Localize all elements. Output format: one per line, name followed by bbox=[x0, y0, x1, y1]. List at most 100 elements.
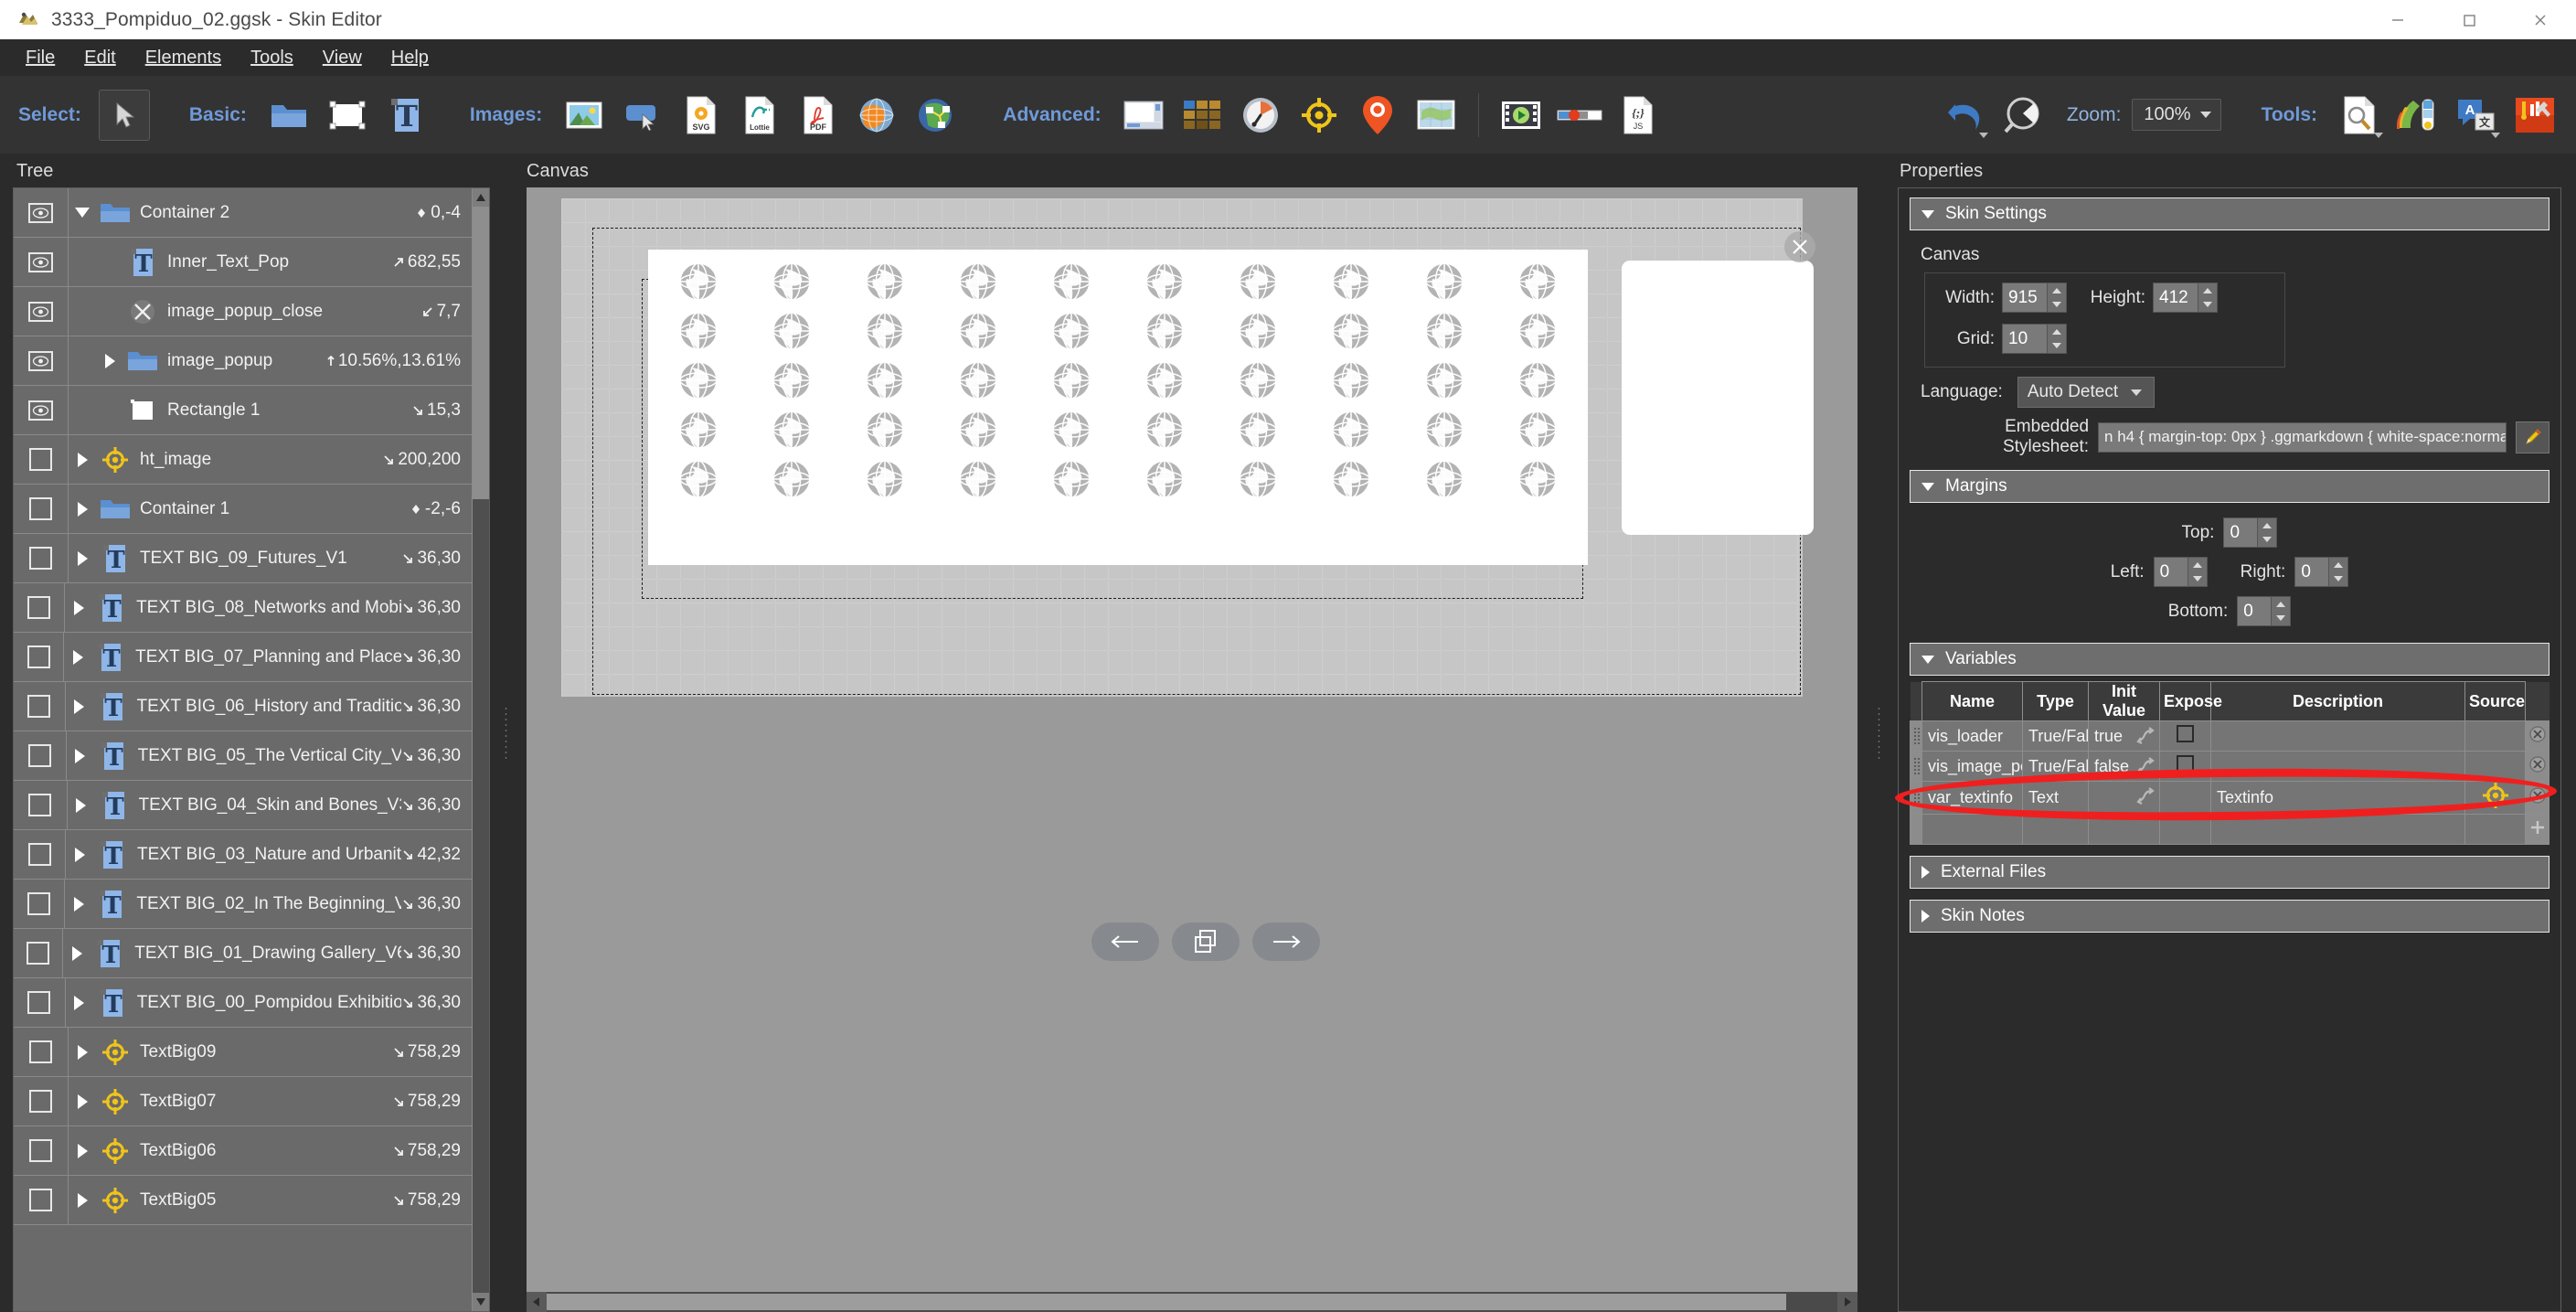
language-select[interactable]: Auto Detect bbox=[2017, 377, 2155, 408]
translate-dropdown-caret[interactable] bbox=[2491, 132, 2500, 138]
margin-left-spin-buttons[interactable] bbox=[2187, 558, 2207, 586]
undo-dropdown-caret[interactable] bbox=[1978, 132, 1988, 138]
variable-row[interactable]: vis_image_popupTrue/False false bbox=[1910, 751, 2549, 782]
variable-type-cell[interactable]: True/False bbox=[2022, 720, 2089, 752]
scroll-up-button[interactable] bbox=[473, 188, 489, 207]
stylesheet-input[interactable]: n h4 { margin-top: 0px } .ggmarkdown { w… bbox=[2098, 421, 2507, 453]
hscroll-track[interactable] bbox=[547, 1292, 1837, 1312]
row-drag-handle[interactable] bbox=[1910, 781, 1922, 815]
chevron-right-icon[interactable] bbox=[65, 896, 92, 912]
variable-init-value-cell[interactable] bbox=[2088, 814, 2160, 845]
margin-right-increment[interactable] bbox=[2329, 558, 2347, 572]
lottie-file-icon[interactable]: Lottie bbox=[735, 91, 784, 140]
col-name[interactable]: Name bbox=[1921, 681, 2023, 721]
map-hotspot-icon[interactable] bbox=[910, 91, 960, 140]
col-description[interactable]: Description bbox=[2210, 681, 2465, 721]
minimize-button[interactable] bbox=[2362, 0, 2433, 39]
js-file-icon[interactable]: {;} JS bbox=[1613, 91, 1663, 140]
tree-row[interactable]: Rectangle 1 15,3 bbox=[14, 386, 472, 435]
tree-row[interactable]: T TEXT BIG_07_Planning and Places... 36,30 bbox=[14, 633, 472, 682]
tree-row[interactable]: Container 2 0,-4 bbox=[14, 188, 472, 238]
tree-row[interactable]: Container 1 -2,-6 bbox=[14, 485, 472, 534]
pdf-file-icon[interactable]: PDF bbox=[793, 91, 843, 140]
color-palette-icon[interactable] bbox=[2393, 91, 2443, 140]
visibility-toggle-hidden[interactable] bbox=[14, 534, 69, 582]
image-icon[interactable] bbox=[559, 91, 609, 140]
height-increment[interactable] bbox=[2198, 283, 2217, 298]
maximize-button[interactable] bbox=[2433, 0, 2505, 39]
inner-text-pop-card[interactable] bbox=[1622, 261, 1814, 535]
chevron-right-icon[interactable] bbox=[64, 649, 91, 665]
variable-description-cell[interactable] bbox=[2210, 814, 2465, 845]
visibility-toggle-hidden[interactable] bbox=[14, 781, 68, 829]
tree-row[interactable]: T TEXT BIG_01_Drawing Gallery_V6_... 36,30 bbox=[14, 929, 472, 978]
chevron-right-icon[interactable] bbox=[69, 501, 96, 517]
visibility-toggle-hidden[interactable] bbox=[14, 1028, 69, 1076]
tree-row[interactable]: T TEXT BIG_04_Skin and Bones_V3 36,30 bbox=[14, 781, 472, 830]
width-input[interactable] bbox=[2003, 283, 2047, 312]
chevron-right-icon[interactable] bbox=[69, 452, 96, 467]
section-skin-settings[interactable]: Skin Settings bbox=[1910, 197, 2549, 230]
margin-left-stepper[interactable] bbox=[2153, 557, 2208, 587]
toolbox-icon[interactable] bbox=[2510, 91, 2560, 140]
variable-source-cell[interactable] bbox=[2464, 814, 2526, 845]
variable-type-cell[interactable] bbox=[2022, 814, 2089, 845]
tree-row[interactable]: T TEXT BIG_05_The Vertical City_V4 36,30 bbox=[14, 731, 472, 781]
grid-decrement[interactable] bbox=[2048, 339, 2066, 354]
chevron-right-icon[interactable] bbox=[69, 550, 96, 566]
expose-checkbox[interactable] bbox=[2177, 755, 2194, 773]
visibility-toggle-hidden[interactable] bbox=[14, 1077, 69, 1125]
variable-description-cell[interactable] bbox=[2210, 751, 2465, 782]
visibility-toggle-hidden[interactable] bbox=[14, 978, 66, 1027]
tree-row[interactable]: image_popup_close 7,7 bbox=[14, 287, 472, 336]
visibility-toggle-hidden[interactable] bbox=[14, 929, 64, 977]
menu-file[interactable]: File bbox=[11, 44, 69, 72]
margin-top-input[interactable] bbox=[2224, 518, 2258, 547]
variable-init-value-cell[interactable]: true bbox=[2088, 720, 2160, 752]
margin-left-input[interactable] bbox=[2154, 558, 2187, 586]
col-init-value[interactable]: Init Value bbox=[2088, 681, 2160, 721]
tree-row[interactable]: T Inner_Text_Pop 682,55 bbox=[14, 238, 472, 287]
delete-variable-button[interactable] bbox=[2525, 720, 2549, 752]
translate-icon[interactable]: A 文 bbox=[2452, 91, 2501, 140]
variable-type-cell[interactable]: Text bbox=[2022, 781, 2089, 815]
canvas-viewport[interactable] bbox=[527, 187, 1857, 1292]
section-skin-notes[interactable]: Skin Notes bbox=[1910, 900, 2549, 933]
chevron-right-icon[interactable] bbox=[66, 995, 93, 1010]
canvas-props-splitter[interactable] bbox=[1874, 154, 1883, 1312]
menu-edit[interactable]: Edit bbox=[69, 44, 130, 72]
visibility-toggle-hidden[interactable] bbox=[14, 583, 66, 632]
expose-checkbox[interactable] bbox=[2177, 725, 2194, 742]
grid-increment[interactable] bbox=[2048, 325, 2066, 339]
scroll-right-button[interactable] bbox=[1837, 1292, 1857, 1312]
button-icon[interactable] bbox=[618, 91, 667, 140]
menu-elements[interactable]: Elements bbox=[131, 44, 236, 72]
menu-tools[interactable]: Tools bbox=[236, 44, 308, 72]
visibility-toggle-hidden[interactable] bbox=[14, 1176, 69, 1224]
margin-right-decrement[interactable] bbox=[2329, 572, 2347, 587]
window-icon[interactable] bbox=[1119, 91, 1168, 140]
variable-source-cell[interactable] bbox=[2464, 751, 2526, 782]
margin-bottom-increment[interactable] bbox=[2272, 597, 2290, 612]
margin-top-increment[interactable] bbox=[2258, 518, 2276, 533]
skin-canvas[interactable] bbox=[561, 198, 1815, 961]
chevron-right-icon[interactable] bbox=[96, 353, 123, 368]
variable-name-cell[interactable]: vis_loader bbox=[1921, 720, 2023, 752]
visibility-toggle-hidden[interactable] bbox=[14, 830, 67, 879]
variable-row[interactable]: vis_loaderTrue/False true bbox=[1910, 720, 2549, 752]
variable-init-value-cell[interactable] bbox=[2088, 781, 2160, 815]
margin-right-spin-buttons[interactable] bbox=[2328, 558, 2348, 587]
variable-name-cell[interactable]: vis_image_popup bbox=[1921, 751, 2023, 782]
variable-type-cell[interactable]: True/False bbox=[2022, 751, 2089, 782]
add-variable-button[interactable] bbox=[2525, 814, 2549, 845]
col-source[interactable]: Source bbox=[2464, 681, 2526, 721]
inspect-dropdown-caret[interactable] bbox=[2374, 132, 2383, 138]
visibility-toggle-visible[interactable] bbox=[14, 287, 69, 336]
margin-right-stepper[interactable] bbox=[2294, 557, 2349, 587]
visibility-toggle-hidden[interactable] bbox=[14, 435, 69, 484]
variable-expose-cell[interactable] bbox=[2159, 720, 2211, 752]
tree-row[interactable]: TextBig06 758,29 bbox=[14, 1126, 472, 1176]
delete-variable-button[interactable] bbox=[2525, 781, 2549, 815]
tree-row[interactable]: TextBig05 758,29 bbox=[14, 1176, 472, 1225]
map-icon[interactable] bbox=[1411, 91, 1461, 140]
